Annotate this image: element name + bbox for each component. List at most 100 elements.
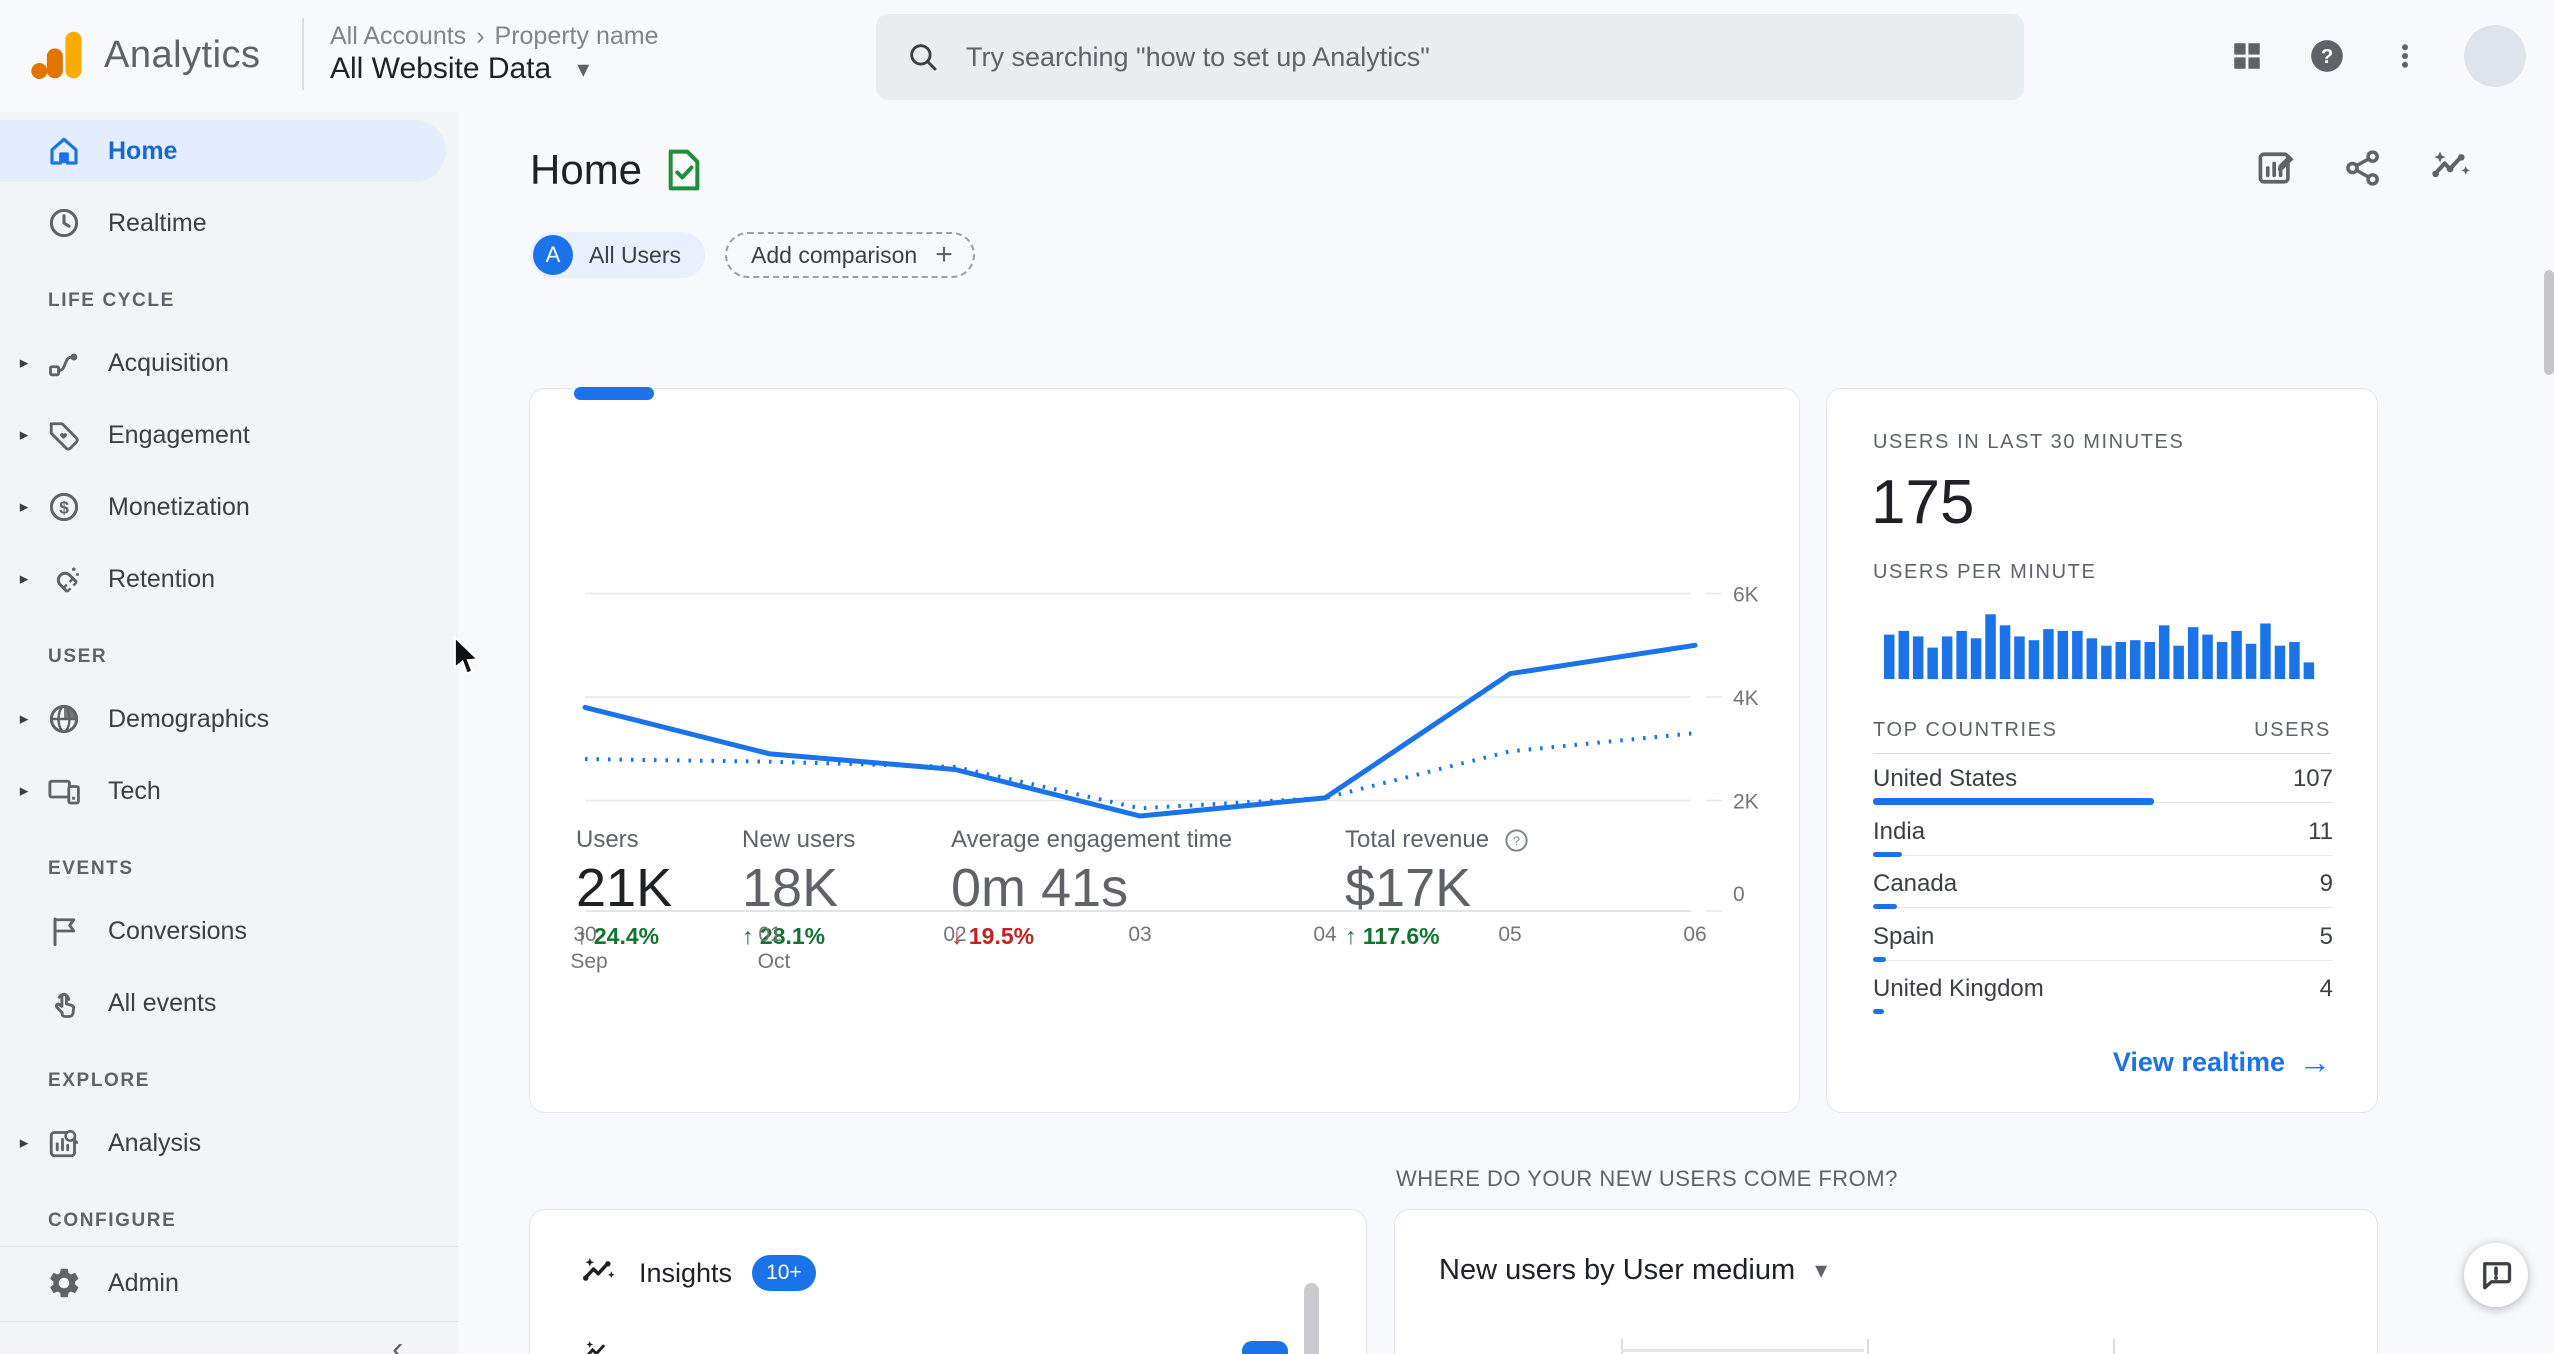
realtime-card: USERS IN LAST 30 MINUTES 175 USERS PER M…	[1826, 388, 2378, 1113]
country-name: Spain	[1873, 922, 1935, 950]
help-icon[interactable]: ?	[1503, 827, 1530, 854]
analysis-icon	[46, 1125, 82, 1161]
metric-value: $17K	[1345, 858, 1472, 918]
sidebar-section-user: USER	[48, 646, 108, 667]
expand-icon[interactable]: ▸	[14, 709, 34, 729]
sidebar-item-monetization[interactable]: ▸ $ Monetization	[0, 476, 458, 538]
table-header-divider	[1873, 753, 2331, 754]
metric-delta: ↓ 19.5%	[951, 923, 1035, 949]
expand-icon[interactable]: ▸	[14, 781, 34, 801]
sidebar-item-acquisition[interactable]: ▸ Acquisition	[0, 332, 458, 394]
sidebar-item-home[interactable]: Home	[0, 120, 446, 182]
view-realtime-label: View realtime	[2112, 1047, 2285, 1077]
expand-icon[interactable]: ▸	[14, 1133, 34, 1153]
gridline	[2113, 1339, 2115, 1354]
top-countries-header: TOP COUNTRIES	[1873, 719, 2058, 741]
page-title-row: Home	[530, 146, 704, 194]
bar-partial	[1621, 1349, 1864, 1352]
product-name: Analytics	[104, 33, 261, 76]
sidebar-divider	[0, 1321, 458, 1322]
comparison-chips: A All Users Add comparison +	[530, 232, 975, 278]
svg-text:05: 05	[1498, 923, 1521, 946]
sidebar-item-admin[interactable]: Admin	[0, 1252, 458, 1314]
metric-value: 0m 41s	[951, 858, 1129, 918]
metric-value: 18K	[742, 858, 839, 918]
sidebar-item-retention[interactable]: ▸ Retention	[0, 548, 458, 610]
sidebar-item-analysis[interactable]: ▸ Analysis	[0, 1112, 458, 1174]
conversions-icon	[46, 913, 82, 949]
demographics-icon	[46, 701, 82, 737]
sidebar: Home Realtime LIFE CYCLE ▸ Acquisition ▸ Engag…	[0, 112, 458, 1354]
svg-text:0: 0	[1733, 883, 1745, 906]
users-column-header: USERS	[2254, 719, 2331, 741]
sidebar-item-conversions[interactable]: Conversions	[0, 900, 458, 962]
header-divider	[302, 18, 304, 90]
svg-text:03: 03	[1128, 923, 1151, 946]
avatar[interactable]	[2464, 25, 2526, 87]
app-header: Analytics All Accounts › Property name A…	[0, 0, 2554, 112]
insights-scrollbar[interactable]	[1304, 1283, 1319, 1354]
metric-value: 21K	[576, 858, 673, 918]
realtime-title: USERS IN LAST 30 MINUTES	[1873, 431, 2185, 453]
sidebar-item-label: Engagement	[108, 420, 250, 449]
apps-grid-icon[interactable]	[2230, 39, 2264, 73]
sidebar-section-configure: CONFIGURE	[48, 1210, 177, 1231]
country-bar	[1873, 798, 2154, 805]
row-divider	[1873, 907, 2333, 908]
sidebar-item-engagement[interactable]: ▸ Engagement	[0, 404, 458, 466]
metric-delta: ↑ 24.4%	[576, 923, 660, 949]
expand-icon[interactable]: ▸	[14, 497, 34, 517]
row-divider	[1873, 959, 2333, 961]
all-events-icon	[46, 985, 82, 1021]
engagement-icon	[46, 417, 82, 453]
svg-text:04: 04	[1313, 923, 1337, 946]
search-input[interactable]	[966, 41, 1866, 73]
share-icon[interactable]	[2342, 147, 2384, 189]
collapse-sidebar-icon[interactable]: ‹	[392, 1330, 403, 1354]
add-comparison-label: Add comparison	[751, 241, 918, 268]
expand-icon[interactable]: ▸	[14, 425, 34, 445]
breadcrumb-property[interactable]: Property name	[495, 22, 659, 51]
country-name: Canada	[1873, 870, 1958, 897]
chat-alert-icon	[2483, 1262, 2512, 1290]
sidebar-item-tech[interactable]: ▸ Tech	[0, 760, 458, 822]
insights-sparkle-icon	[586, 1341, 605, 1354]
sidebar-item-realtime[interactable]: Realtime	[0, 192, 458, 254]
ga-home-screen: Analytics All Accounts › Property name A…	[0, 0, 2554, 1354]
insight-action-pill[interactable]	[1242, 1341, 1288, 1354]
more-vert-icon[interactable]	[2390, 39, 2420, 73]
add-comparison-button[interactable]: Add comparison +	[725, 232, 975, 278]
page-scrollbar-thumb[interactable]	[2544, 270, 2554, 375]
search-bar[interactable]	[876, 14, 2024, 100]
retention-icon	[46, 561, 82, 597]
monetization-icon: $	[46, 489, 82, 525]
insights-sparkle-icon[interactable]	[2428, 146, 2474, 190]
svg-text:?: ?	[2321, 45, 2334, 68]
country-users: 11	[2308, 817, 2333, 845]
breadcrumb-account[interactable]: All Accounts	[330, 22, 466, 51]
view-realtime-link[interactable]: View realtime →	[2113, 1044, 2331, 1081]
all-users-chip[interactable]: A All Users	[530, 232, 706, 278]
customize-report-icon[interactable]	[2254, 146, 2298, 190]
property-selector-label: All Website Data	[330, 52, 552, 85]
sidebar-item-all-events[interactable]: All events	[0, 972, 458, 1034]
metric-delta: ↑ 28.1%	[742, 923, 826, 949]
feedback-chat-button[interactable]	[2464, 1243, 2528, 1307]
help-icon[interactable]: ?	[2308, 37, 2346, 75]
metric-label: Users	[576, 826, 639, 853]
expand-icon[interactable]: ▸	[14, 353, 34, 373]
expand-icon[interactable]: ▸	[14, 569, 34, 589]
property-selector[interactable]: All Website Data ▾	[330, 52, 589, 86]
per-minute-label: USERS PER MINUTE	[1873, 561, 2097, 583]
insights-count-badge: 10+	[752, 1255, 816, 1291]
svg-text:06: 06	[1683, 923, 1706, 946]
new-users-dimension-selector[interactable]: New users by User medium ▾	[1439, 1254, 1827, 1287]
breadcrumb[interactable]: All Accounts › Property name	[330, 22, 658, 51]
analytics-logo[interactable]: Analytics	[28, 24, 261, 86]
country-row-spain: Spain 5	[1827, 915, 2379, 967]
sidebar-item-demographics[interactable]: ▸ Demographics	[0, 688, 458, 750]
breadcrumb-separator-icon: ›	[476, 22, 485, 50]
insights-title: Insights	[639, 1257, 733, 1288]
country-users: 4	[2319, 975, 2333, 1002]
row-divider	[1873, 854, 2333, 856]
